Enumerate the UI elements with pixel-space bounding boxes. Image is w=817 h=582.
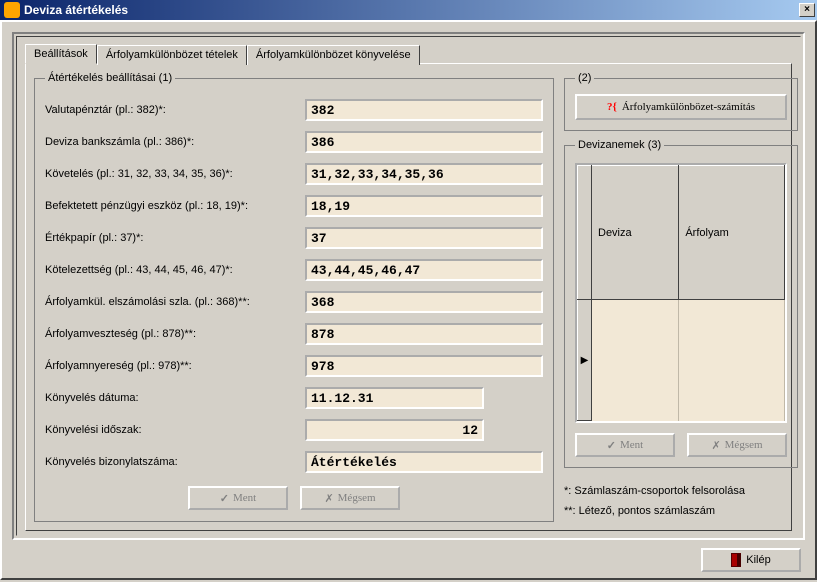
save-button-right[interactable]: ✓ Ment: [575, 433, 675, 457]
save-button-left[interactable]: ✓ Ment: [188, 486, 288, 510]
input-deviza-bank[interactable]: [305, 131, 543, 153]
cancel-button-right[interactable]: ✗ Mégsem: [687, 433, 787, 457]
input-befektetett[interactable]: [305, 195, 543, 217]
save-button-label: Ment: [233, 492, 256, 504]
input-arf-nyereseg[interactable]: [305, 355, 543, 377]
input-ertekpapir[interactable]: [305, 227, 543, 249]
footnotes: *: Számlaszám-csoportok felsorolása **: …: [564, 482, 798, 522]
grid-col-arfolyam[interactable]: Árfolyam: [679, 166, 785, 300]
grid-col-deviza[interactable]: Deviza: [592, 166, 679, 300]
footnote-1: *: Számlaszám-csoportok felsorolása: [564, 482, 798, 502]
label-valutapenztar: Valutapénztár (pl.: 382)*:: [45, 104, 305, 116]
label-kotelezettseg: Kötelezettség (pl.: 43, 44, 45, 46, 47)*…: [45, 264, 305, 276]
question-icon: ?{: [607, 101, 617, 113]
save-button-label: Ment: [620, 439, 643, 451]
input-konyv-bizonylat[interactable]: [305, 451, 543, 473]
input-kotelezettseg[interactable]: [305, 259, 543, 281]
calc-legend: (2): [575, 72, 594, 84]
exit-button-label: Kilép: [746, 554, 770, 566]
label-arf-veszteseg: Árfolyamveszteség (pl.: 878)**:: [45, 328, 305, 340]
grid-cell-deviza[interactable]: [592, 300, 679, 421]
calc-button-label: Árfolyamkülönbözet-számítás: [622, 101, 755, 113]
app-icon: [4, 2, 20, 18]
footnote-2: **: Létező, pontos számlaszám: [564, 502, 798, 522]
title-bar: Deviza átértékelés ×: [0, 0, 817, 20]
tab-beallitasok[interactable]: Beállítások: [25, 44, 97, 64]
label-arf-elszamolasi: Árfolyamkül. elszámolási szla. (pl.: 368…: [45, 296, 305, 308]
window-title: Deviza átértékelés: [24, 3, 799, 17]
exit-button[interactable]: Kilép: [701, 548, 801, 572]
check-icon: ✓: [607, 439, 616, 452]
door-icon: [731, 553, 741, 567]
cancel-icon: ✗: [711, 439, 720, 452]
cancel-icon: ✗: [324, 492, 333, 505]
devizanemek-legend: Devizanemek (3): [575, 139, 664, 151]
label-ertekpapir: Értékpapír (pl.: 37)*:: [45, 232, 305, 244]
input-valutapenztar[interactable]: [305, 99, 543, 121]
settings-group: Átértékelés beállításai (1) Valutapénztá…: [34, 72, 554, 522]
currency-grid[interactable]: Deviza Árfolyam ▶: [575, 163, 787, 423]
tab-arfolyam-konyveles[interactable]: Árfolyamkülönbözet könyvelése: [247, 45, 420, 65]
cancel-button-left[interactable]: ✗ Mégsem: [300, 486, 400, 510]
tab-content: Átértékelés beállításai (1) Valutapénztá…: [25, 63, 792, 531]
input-konyv-idoszak[interactable]: [305, 419, 484, 441]
label-koveteles: Követelés (pl.: 31, 32, 33, 34, 35, 36)*…: [45, 168, 305, 180]
calc-group: (2) ?{ Árfolyamkülönbözet-számítás: [564, 72, 798, 131]
cancel-button-label: Mégsem: [725, 439, 763, 451]
label-befektetett: Befektetett pénzügyi eszköz (pl.: 18, 19…: [45, 200, 305, 212]
input-konyv-datum[interactable]: [305, 387, 484, 409]
window-body: Beállítások Árfolyamkülönbözet tételek Á…: [0, 20, 817, 580]
label-konyv-bizonylat: Könyvelés bizonylatszáma:: [45, 456, 305, 468]
label-deviza-bank: Deviza bankszámla (pl.: 386)*:: [45, 136, 305, 148]
input-arf-elszamolasi[interactable]: [305, 291, 543, 313]
check-icon: ✓: [220, 492, 229, 505]
input-koveteles[interactable]: [305, 163, 543, 185]
cancel-button-label: Mégsem: [338, 492, 376, 504]
tab-arfolyam-tetelek[interactable]: Árfolyamkülönbözet tételek: [97, 45, 247, 65]
calc-button[interactable]: ?{ Árfolyamkülönbözet-számítás: [575, 94, 787, 120]
label-konyv-idoszak: Könyvelési időszak:: [45, 424, 305, 436]
close-button[interactable]: ×: [799, 3, 815, 17]
settings-legend: Átértékelés beállításai (1): [45, 72, 175, 84]
tab-strip: Beállítások Árfolyamkülönbözet tételek Á…: [25, 43, 792, 63]
grid-corner: [578, 166, 592, 300]
label-arf-nyereseg: Árfolyamnyereség (pl.: 978)**:: [45, 360, 305, 372]
label-konyv-datum: Könyvelés dátuma:: [45, 392, 305, 404]
grid-row-indicator: ▶: [578, 300, 592, 421]
grid-cell-arfolyam[interactable]: [679, 300, 785, 421]
devizanemek-group: Devizanemek (3) Deviza Árfolyam ▶: [564, 139, 798, 468]
input-arf-veszteseg[interactable]: [305, 323, 543, 345]
